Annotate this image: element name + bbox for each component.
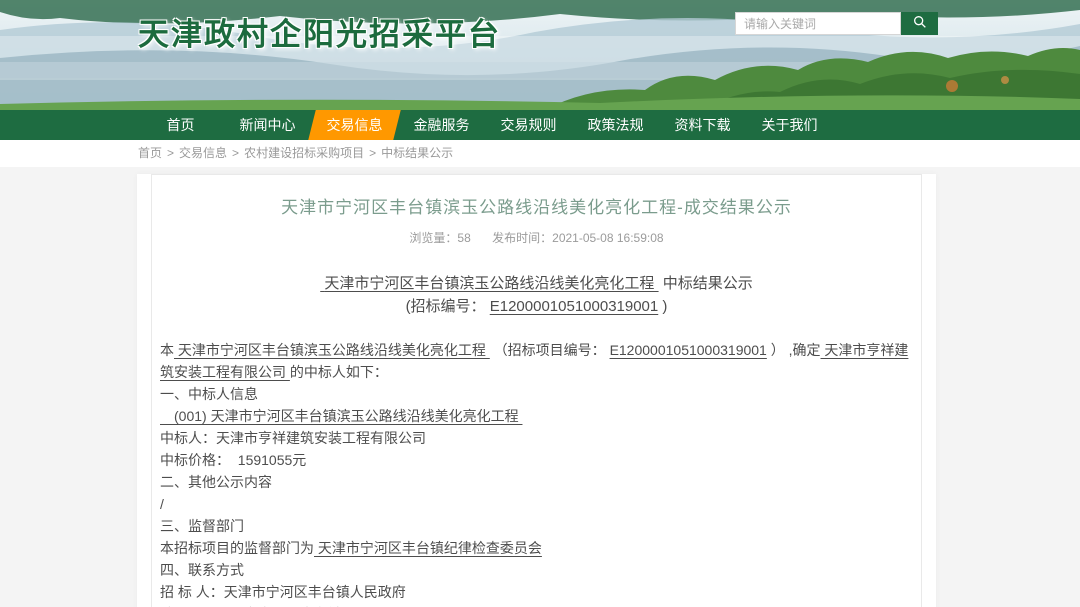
- publish-label: 发布时间：: [492, 231, 552, 245]
- breadcrumb-item-3: 中标结果公示: [381, 146, 453, 160]
- nav-item-label: 关于我们: [762, 117, 818, 133]
- breadcrumb-separator: >: [369, 146, 376, 160]
- intro-paragraph: 本 天津市宁河区丰台镇滨玉公路线沿线美化亮化工程 （招标项目编号： E12000…: [160, 339, 913, 383]
- text-segment: 天津市宁河区丰台镇纪律检查委员会: [314, 540, 542, 556]
- content-column: 天津市宁河区丰台镇滨玉公路线沿线美化亮化工程-成交结果公示 浏览量：58 发布时…: [137, 174, 936, 607]
- nav-item-finance[interactable]: 金融服务: [398, 110, 485, 140]
- nav-item-label: 金融服务: [414, 117, 470, 133]
- text-segment: 本招标项目的监督部门为: [160, 540, 314, 556]
- breadcrumb-item-1[interactable]: 交易信息: [179, 146, 227, 160]
- text-segment: 三、监督部门: [160, 518, 244, 534]
- bid-number-line: (招标编号： E1200001051000319001 ): [160, 295, 913, 318]
- article-lines: 一、中标人信息 (001) 天津市宁河区丰台镇滨玉公路线沿线美化亮化工程 中标人…: [160, 383, 913, 607]
- nav-item-home[interactable]: 首页: [137, 110, 224, 140]
- article-line: 二、其他公示内容: [160, 471, 913, 493]
- article-line: 中标价格： 1591055元: [160, 449, 913, 471]
- article-line: 一、中标人信息: [160, 383, 913, 405]
- nav-item-label: 交易规则: [501, 117, 557, 133]
- text-segment: 天津市宁河区丰台镇滨玉公路线沿线美化亮化工程: [174, 342, 490, 358]
- nav-item-downloads[interactable]: 资料下载: [659, 110, 746, 140]
- notice-heading: 天津市宁河区丰台镇滨玉公路线沿线美化亮化工程 中标结果公示: [160, 272, 913, 295]
- page-root: 天津政村企阳光招采平台 首页新闻中心交易信息金融服务交易规则政策法规资料下载关于…: [0, 0, 1080, 607]
- nav-item-label: 首页: [167, 117, 195, 133]
- nav-item-label: 交易信息: [327, 117, 383, 133]
- breadcrumb-item-0[interactable]: 首页: [138, 146, 162, 160]
- article-line: 三、监督部门: [160, 515, 913, 537]
- text-segment: 中标结果公示: [659, 275, 753, 292]
- nav-items: 首页 新闻中心 交易信息 金融服务 交易规则 政策法规 资料下载 关于我们: [137, 110, 1080, 140]
- nav-item-policy[interactable]: 政策法规: [572, 110, 659, 140]
- text-segment: 中标人：天津市亨祥建筑安装工程有限公司: [160, 430, 426, 446]
- text-segment: 一、中标人信息: [160, 386, 258, 402]
- main-nav: 首页 新闻中心 交易信息 金融服务 交易规则 政策法规 资料下载 关于我们: [0, 110, 1080, 140]
- article-line: (001) 天津市宁河区丰台镇滨玉公路线沿线美化亮化工程: [160, 405, 913, 427]
- article-line: 中标人：天津市亨祥建筑安装工程有限公司: [160, 427, 913, 449]
- views-count: 58: [457, 231, 470, 245]
- nav-item-news[interactable]: 新闻中心: [224, 110, 311, 140]
- publish-time: 2021-05-08 16:59:08: [552, 231, 663, 245]
- article-line: 招 标 人：天津市宁河区丰台镇人民政府: [160, 581, 913, 603]
- nav-item-trade-rules[interactable]: 交易规则: [485, 110, 572, 140]
- text-segment: 天津市宁河区丰台镇滨玉公路线沿线美化亮化工程: [320, 275, 658, 292]
- breadcrumb: 首页 > 交易信息 > 农村建设招标采购项目 > 中标结果公示: [0, 140, 1080, 167]
- text-segment: 的中标人如下：: [290, 364, 388, 380]
- breadcrumb-separator: >: [167, 146, 174, 160]
- text-segment: E1200001051000319001: [490, 298, 659, 315]
- header-banner: 天津政村企阳光招采平台: [0, 0, 1080, 110]
- text-segment: 四、联系方式: [160, 562, 244, 578]
- text-segment: 招 标 人：天津市宁河区丰台镇人民政府: [160, 584, 406, 600]
- breadcrumb-separator: >: [232, 146, 239, 160]
- nav-item-label: 资料下载: [675, 117, 731, 133]
- article-box: 天津市宁河区丰台镇滨玉公路线沿线美化亮化工程-成交结果公示 浏览量：58 发布时…: [151, 174, 922, 607]
- search-icon: [912, 14, 928, 33]
- text-segment: （招标项目编号：: [490, 342, 610, 358]
- nav-item-label: 新闻中心: [240, 117, 296, 133]
- article-line: /: [160, 493, 913, 515]
- site-title: 天津政村企阳光招采平台: [138, 9, 501, 54]
- article-line: 四、联系方式: [160, 559, 913, 581]
- text-segment: /: [160, 496, 164, 512]
- search-input[interactable]: [735, 12, 901, 35]
- text-segment: (001) 天津市宁河区丰台镇滨玉公路线沿线美化亮化工程: [160, 408, 522, 424]
- text-segment: 中标价格： 1591055元: [160, 452, 306, 468]
- text-segment: (招标编号：: [406, 298, 490, 315]
- page-body: 天津市宁河区丰台镇滨玉公路线沿线美化亮化工程-成交结果公示 浏览量：58 发布时…: [0, 174, 1080, 607]
- breadcrumb-item-2[interactable]: 农村建设招标采购项目: [244, 146, 364, 160]
- nav-item-about[interactable]: 关于我们: [746, 110, 833, 140]
- nav-item-trade-info[interactable]: 交易信息: [311, 110, 398, 140]
- text-segment: ): [658, 298, 667, 315]
- article-title: 天津市宁河区丰台镇滨玉公路线沿线美化亮化工程-成交结果公示: [160, 193, 913, 218]
- article-line: 本招标项目的监督部门为 天津市宁河区丰台镇纪律检查委员会: [160, 537, 913, 559]
- text-segment: ） ,确定: [767, 342, 821, 358]
- text-segment: E1200001051000319001: [610, 342, 767, 358]
- nav-item-label: 政策法规: [588, 117, 644, 133]
- article-line: 地 址：天津市宁河区丰台镇: [160, 603, 913, 607]
- search-box: [735, 12, 938, 35]
- text-segment: 本: [160, 342, 174, 358]
- text-segment: 二、其他公示内容: [160, 474, 272, 490]
- article-meta: 浏览量：58 发布时间：2021-05-08 16:59:08: [160, 229, 913, 246]
- views-label: 浏览量：: [409, 231, 457, 245]
- search-button[interactable]: [901, 12, 938, 35]
